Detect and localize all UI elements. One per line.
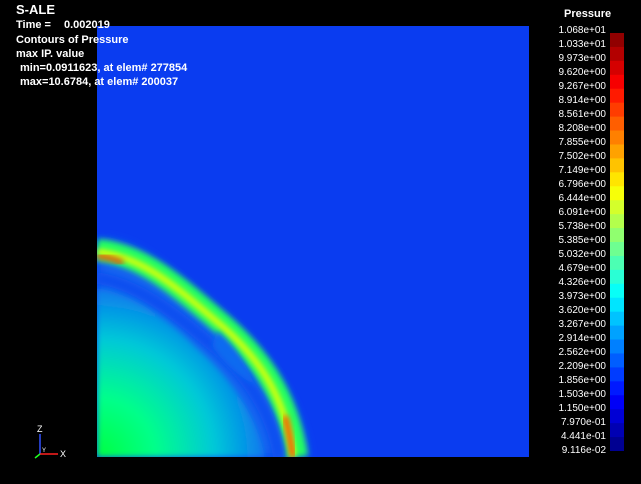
legend-label: 3.620e+00 [558,305,606,316]
colorbar-swatch [610,33,624,48]
legend-label: 1.503e+00 [558,389,606,400]
legend-label: 5.032e+00 [558,249,606,260]
colorbar-swatch [610,228,624,243]
contours-title: Contours of Pressure [16,34,129,46]
model-viewport[interactable] [97,26,529,457]
legend-label: 7.149e+00 [558,165,606,176]
app-title: S-ALE [16,2,55,17]
legend-label: 5.385e+00 [558,235,606,246]
colorbar-swatch [610,74,624,90]
legend-label: 6.091e+00 [558,207,606,218]
legend-title: Pressure [564,8,612,20]
colorbar-swatch [610,200,624,215]
legend-label: 4.679e+00 [558,263,606,274]
colorbar-swatch [610,172,624,187]
legend-label: 4.441e-01 [560,431,606,442]
colorbar [610,33,624,451]
colorbar-swatch [610,144,624,159]
legend-label: 7.502e+00 [558,151,606,162]
colorbar-swatch [610,325,624,341]
colorbar-swatch [610,381,624,396]
legend-label: 6.444e+00 [558,193,606,204]
colorbar-swatch [610,409,624,424]
legend-label: 1.856e+00 [558,375,606,386]
colorbar-swatch [610,242,624,257]
colorbar-swatch [610,255,624,271]
legend-label: 8.561e+00 [558,109,606,120]
colorbar-swatch [610,88,624,104]
legend-label: 6.796e+00 [558,179,606,190]
legend-label: 7.855e+00 [558,137,606,148]
legend-label: 1.033e+01 [558,39,606,50]
triad-z-label: Z [37,424,43,434]
colorbar-swatch [610,60,624,76]
colorbar-swatch [610,437,624,451]
legend-label: 3.267e+00 [558,319,606,330]
legend-label: 9.267e+00 [558,81,606,92]
legend-label: 4.326e+00 [558,277,606,288]
colorbar-swatch [610,283,624,299]
legend-label: 1.068e+01 [558,25,606,36]
colorbar-swatch [610,353,624,368]
time-value: 0.002019 [64,19,110,31]
colorbar-swatch [610,46,624,62]
legend-label: 7.970e-01 [560,417,606,428]
legend-label: 2.562e+00 [558,347,606,358]
legend-label: 9.620e+00 [558,67,606,78]
colorbar-swatch [610,395,624,410]
axis-triad: Z X Y [34,424,66,459]
colorbar-swatch [610,297,624,313]
legend-labels: 1.068e+01 1.033e+01 9.973e+00 9.620e+00 9.26… [544,24,606,458]
colorbar-swatch [610,269,624,285]
colorbar-swatch [610,311,624,327]
colorbar-swatch [610,367,624,382]
legend-label: 9.116e-02 [561,445,606,456]
colorbar-swatch [610,423,624,438]
triad-y-label: Y [42,448,46,454]
legend-label: 1.150e+00 [558,403,606,414]
min-readout: min=0.0911623, at elem# 277854 [20,62,188,74]
colorbar-swatch [610,158,624,173]
legend-label: 8.208e+00 [558,123,606,134]
pressure-contour-plot [97,26,529,457]
colorbar-swatch [610,116,624,132]
legend-label: 2.209e+00 [558,361,606,372]
legend-label: 8.914e+00 [558,95,606,106]
legend-label: 3.973e+00 [558,291,606,302]
colorbar-swatch [610,339,624,354]
legend-label: 9.973e+00 [558,53,606,64]
colorbar-swatch [610,214,624,229]
triad-x-label: X [60,449,66,459]
max-readout: max=10.6784, at elem# 200037 [20,76,179,88]
colorbar-swatch [610,102,624,118]
value-mode: max IP. value [16,48,85,60]
colorbar-swatch [610,130,624,145]
time-label: Time = [16,19,51,31]
colorbar-swatch [610,186,624,201]
legend-label: 5.738e+00 [558,221,606,232]
legend-label: 2.914e+00 [558,333,606,344]
